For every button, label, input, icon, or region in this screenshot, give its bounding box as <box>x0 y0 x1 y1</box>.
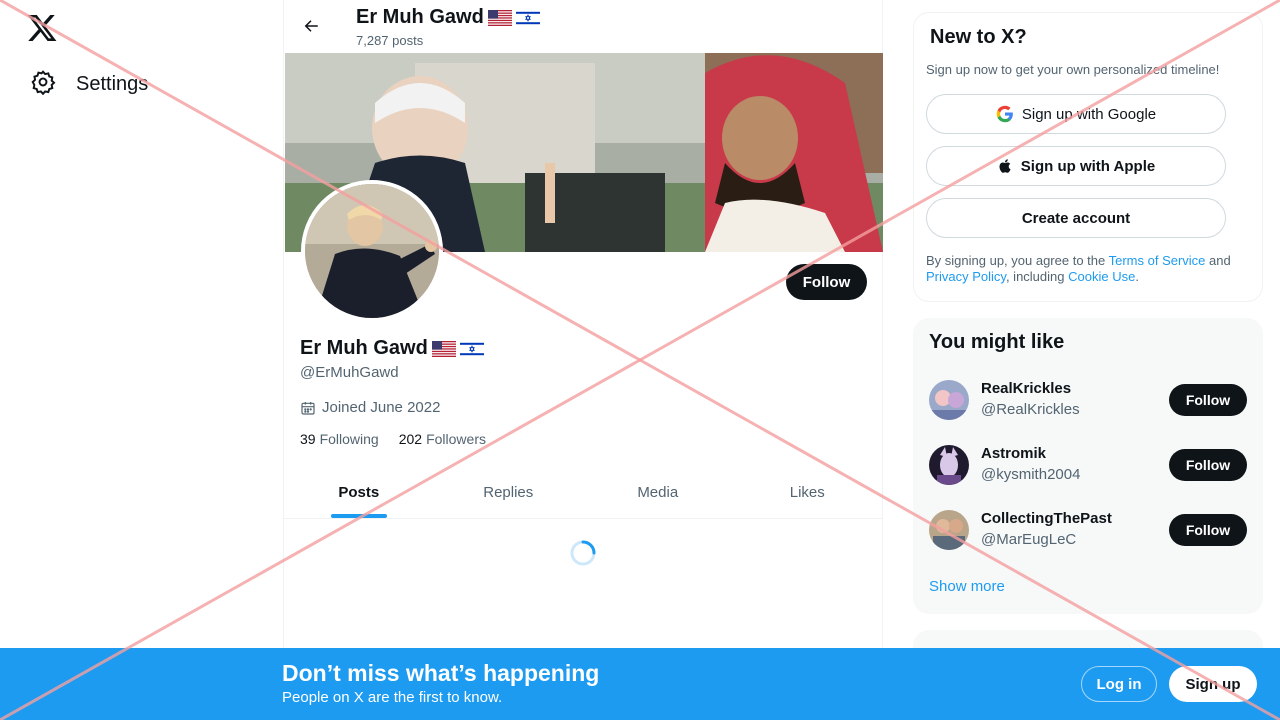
tab-replies[interactable]: Replies <box>434 466 584 518</box>
gear-icon <box>30 69 56 100</box>
terms-text: By signing up, you agree to the Terms of… <box>926 253 1231 284</box>
avatar[interactable] <box>929 380 969 420</box>
create-account-label: Create account <box>1021 209 1131 227</box>
signup-subtitle: Sign up now to get your own personalized… <box>926 62 1220 77</box>
suggestions-card: You might like RealKrickles @RealKrickle… <box>913 318 1263 614</box>
show-more-link[interactable]: Show more <box>929 578 1005 595</box>
tab-posts[interactable]: Posts <box>284 466 434 518</box>
left-nav: Settings <box>0 0 283 720</box>
profile-handle: @ErMuhGawd <box>300 364 399 381</box>
profile-tabs: Posts Replies Media Likes <box>284 466 882 519</box>
followers-link[interactable]: 202 Followers <box>399 431 486 447</box>
suggestion-name: RealKrickles <box>981 380 1072 397</box>
joined-date: Joined June 2022 <box>300 399 440 416</box>
profile-name: Er Muh Gawd <box>300 337 484 360</box>
suggestion-handle: @kysmith2004 <box>981 466 1081 483</box>
suggestion-name: Astromik <box>981 445 1047 462</box>
follow-counts: 39 Following 202 Followers <box>300 431 486 447</box>
calendar-icon <box>301 401 315 415</box>
suggestion-name: CollectingThePast <box>981 510 1112 527</box>
following-count: 39 <box>300 431 316 447</box>
signup-google-button[interactable]: Sign up with Google <box>926 94 1226 134</box>
create-account-button[interactable]: Create account <box>926 198 1226 238</box>
suggestion-handle: @MarEugLeC <box>981 531 1077 548</box>
terms-link[interactable]: Terms of Service <box>1109 253 1206 268</box>
tab-media[interactable]: Media <box>583 466 733 518</box>
signup-google-label: Sign up with Google <box>1021 105 1157 123</box>
privacy-link[interactable]: Privacy Policy <box>926 269 1006 284</box>
israel-flag-icon <box>459 340 484 357</box>
avatar[interactable] <box>929 445 969 485</box>
suggestion-item[interactable]: RealKrickles @RealKrickles Follow <box>929 374 1247 424</box>
follow-button[interactable]: Follow <box>1169 384 1247 416</box>
cookie-link[interactable]: Cookie Use <box>1068 269 1135 284</box>
us-flag-icon <box>431 340 456 357</box>
profile-header: Er Muh Gawd 7,287 posts <box>284 0 884 53</box>
nav-settings[interactable]: Settings <box>22 62 156 106</box>
header-name: Er Muh Gawd <box>356 6 540 29</box>
avatar[interactable] <box>929 510 969 550</box>
signup-title: New to X? <box>930 26 1027 48</box>
us-flag-icon <box>487 9 512 26</box>
signup-card: New to X? Sign up now to get your own pe… <box>913 12 1263 302</box>
x-logo-icon[interactable] <box>26 12 58 44</box>
loading-spinner-icon <box>570 540 596 566</box>
apple-icon <box>999 159 1011 173</box>
bottom-bar-subtitle: People on X are the first to know. <box>282 689 503 706</box>
header-post-count: 7,287 posts <box>356 33 424 48</box>
arrow-left-icon <box>304 20 318 32</box>
profile-avatar[interactable] <box>301 180 443 322</box>
following-link[interactable]: 39 Following <box>300 431 379 447</box>
google-icon <box>996 105 1013 123</box>
signup-apple-label: Sign up with Apple <box>1020 157 1156 175</box>
follow-button[interactable]: Follow <box>1169 514 1247 546</box>
suggestion-item[interactable]: Astromik @kysmith2004 Follow <box>929 439 1247 489</box>
login-button[interactable]: Log in <box>1081 666 1157 702</box>
main-column: Er Muh Gawd 7,287 posts Follow Er Muh Ga… <box>283 0 883 720</box>
tab-likes[interactable]: Likes <box>733 466 883 518</box>
bottom-bar-title: Don’t miss what’s happening <box>282 660 600 686</box>
followers-label: Followers <box>426 431 486 447</box>
suggestion-handle: @RealKrickles <box>981 401 1080 418</box>
following-label: Following <box>319 431 379 447</box>
signup-button[interactable]: Sign up <box>1169 666 1257 702</box>
suggestion-item[interactable]: CollectingThePast @MarEugLeC Follow <box>929 504 1247 554</box>
follow-button[interactable]: Follow <box>1169 449 1247 481</box>
back-button[interactable] <box>296 11 326 41</box>
israel-flag-icon <box>515 9 540 26</box>
bottom-signup-bar: Don’t miss what’s happening People on X … <box>0 648 1280 720</box>
page: Settings Er Muh Gawd 7,287 posts Follow … <box>0 0 1280 720</box>
follow-button[interactable]: Follow <box>786 264 867 300</box>
suggestions-title: You might like <box>929 331 1065 353</box>
followers-count: 202 <box>398 431 423 447</box>
nav-settings-label: Settings <box>76 72 149 95</box>
signup-apple-button[interactable]: Sign up with Apple <box>926 146 1226 186</box>
